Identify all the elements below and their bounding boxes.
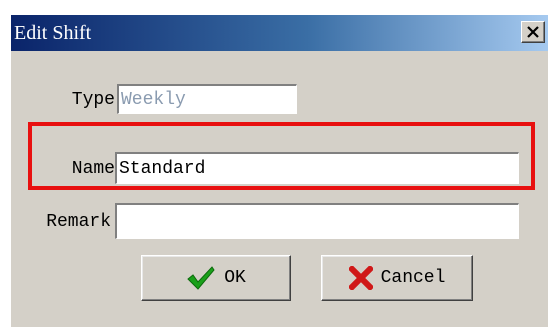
ok-button-label: OK: [224, 268, 246, 288]
remark-label: Remark: [46, 212, 111, 232]
ok-button[interactable]: OK: [141, 255, 291, 301]
close-button[interactable]: [521, 21, 545, 43]
checkmark-icon: [186, 265, 216, 291]
x-icon: [348, 266, 373, 290]
name-label: Name: [71, 159, 115, 179]
type-field: [117, 84, 297, 114]
close-icon: [527, 26, 539, 38]
window-title: Edit Shift: [14, 22, 92, 44]
edit-shift-dialog: Edit Shift Type Name Remark OK Cancel: [10, 14, 548, 327]
title-bar[interactable]: Edit Shift: [11, 15, 548, 51]
cancel-button[interactable]: Cancel: [321, 255, 473, 301]
cancel-button-label: Cancel: [380, 268, 446, 288]
remark-field[interactable]: [115, 203, 519, 239]
type-label: Type: [71, 90, 115, 110]
name-field[interactable]: [115, 152, 519, 184]
